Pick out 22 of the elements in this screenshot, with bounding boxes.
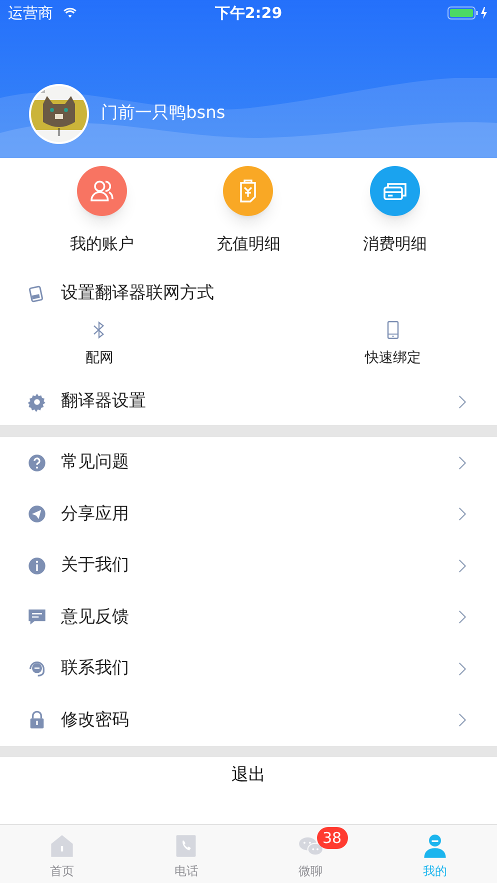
network-option-button[interactable]: 快速绑定 [364,320,421,369]
quick-action-button[interactable]: 消费明细 [322,166,468,256]
wifi-icon [61,6,79,20]
support-icon [27,658,47,679]
battery-icon [447,6,489,20]
home-icon [49,833,76,859]
quick-action-button[interactable]: 我的账户 [29,166,176,256]
translator-device-icon [27,284,45,304]
carrier-name: 运营商 [8,2,53,24]
user-name: 门前一只鸭bsns [101,102,226,126]
me-icon [422,833,448,859]
share-icon [27,504,47,524]
section-title: 设置翻译器联网方式 [61,282,214,306]
network-option-button[interactable]: 配网 [85,320,114,369]
tab[interactable]: 微聊 38 [248,825,373,883]
logout-button[interactable]: 退出 [232,764,266,786]
status-time: 下午2:29 [214,2,282,24]
unread-badge: 38 [316,827,348,849]
info-icon [27,556,47,576]
question-icon [27,452,47,473]
quick-action-button[interactable]: 充值明细 [175,166,322,256]
gear-icon [27,392,47,412]
